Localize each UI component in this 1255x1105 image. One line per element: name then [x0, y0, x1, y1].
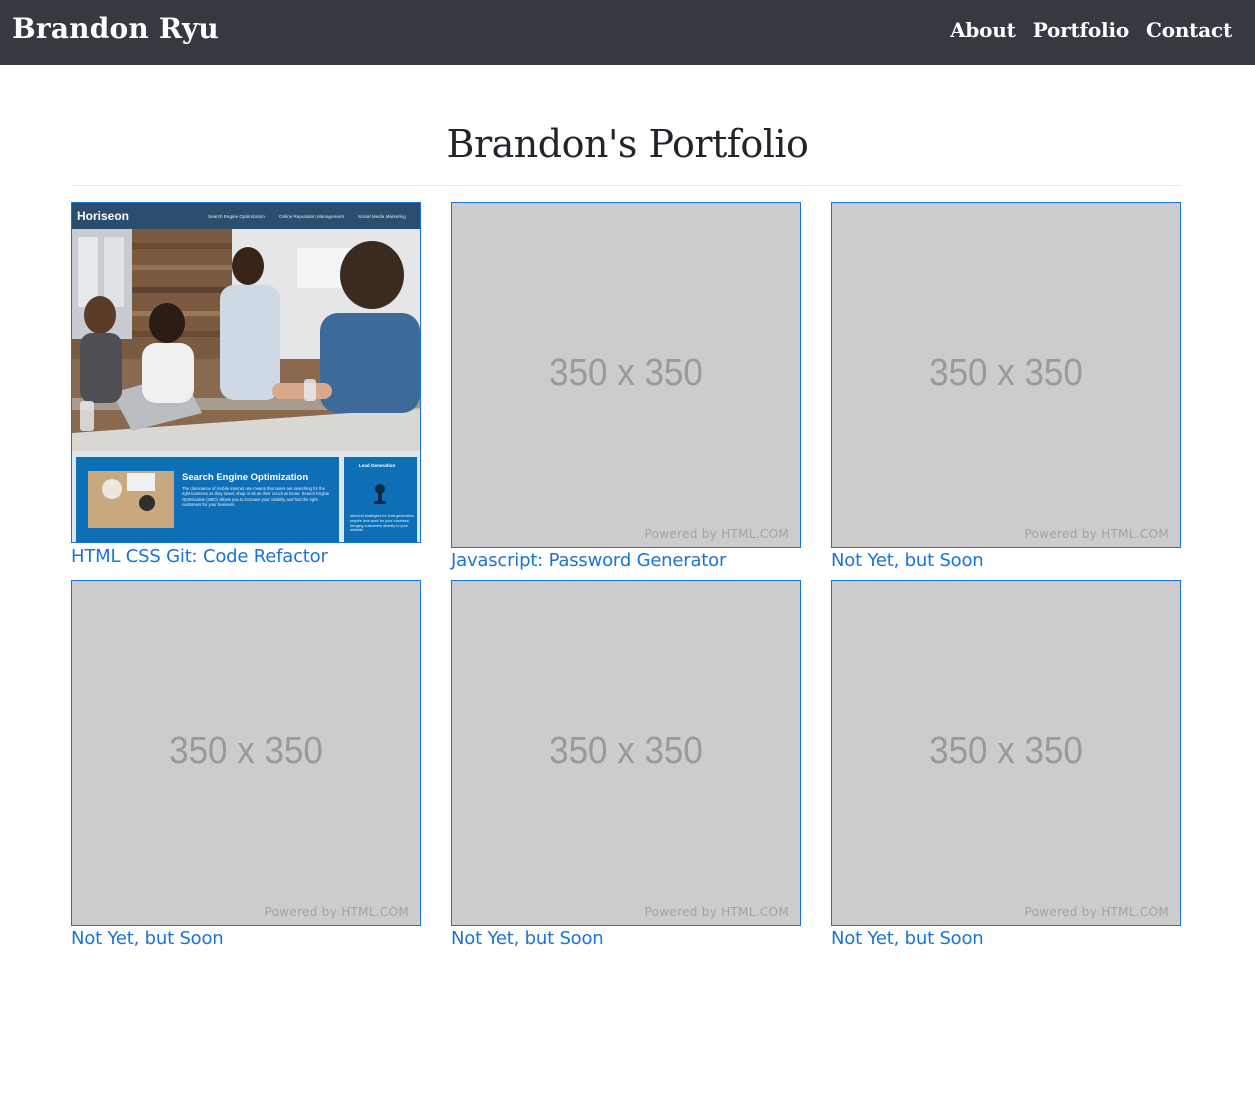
- project-thumbnail-password-generator[interactable]: 350 x 350 Powered by HTML.COM: [451, 202, 801, 548]
- portfolio-card-coming-soon-2: 350 x 350 Powered by HTML.COM Not Yet, b…: [71, 580, 421, 951]
- portfolio-card-coming-soon-4: 350 x 350 Powered by HTML.COM Not Yet, b…: [831, 580, 1181, 951]
- placeholder-size-text: 350 x 350: [549, 351, 703, 394]
- project-link-coming-soon-1[interactable]: Not Yet, but Soon: [831, 549, 1181, 573]
- screenshot-aside-title: Lead Generation: [359, 463, 395, 468]
- screenshot-nav-2: Online Reputation Management: [279, 214, 345, 219]
- placeholder-size-text: 350 x 350: [169, 729, 323, 772]
- navbar: Brandon Ryu About Portfolio Contact: [0, 0, 1255, 65]
- screenshot-section-title: Search Engine Optimization: [182, 472, 308, 483]
- placeholder-size-text: 350 x 350: [929, 351, 1083, 394]
- project-thumbnail-code-refactor[interactable]: Horiseon Search Engine Optimization Onli…: [71, 202, 421, 543]
- screenshot-section-text-container: The dominance of mobile internet use mea…: [182, 486, 330, 508]
- placeholder-powered-by: Powered by HTML.COM: [264, 905, 409, 919]
- project-link-coming-soon-2[interactable]: Not Yet, but Soon: [71, 927, 421, 951]
- nav-link-contact[interactable]: Contact: [1146, 16, 1232, 44]
- screenshot-section-text: The dominance of mobile internet use mea…: [182, 486, 330, 508]
- screenshot-aside-text-container: Inbound strategies for lead generation r…: [350, 514, 414, 533]
- brand-link[interactable]: Brandon Ryu: [12, 10, 219, 48]
- placeholder-size-text: 350 x 350: [929, 729, 1083, 772]
- project-screenshot-image: Horiseon Search Engine Optimization Onli…: [72, 203, 420, 542]
- project-thumbnail-coming-soon-1[interactable]: 350 x 350 Powered by HTML.COM: [831, 202, 1181, 548]
- portfolio-card-password-generator: 350 x 350 Powered by HTML.COM Javascript…: [451, 202, 801, 573]
- project-link-coming-soon-3[interactable]: Not Yet, but Soon: [451, 927, 801, 951]
- portfolio-card-coming-soon-3: 350 x 350 Powered by HTML.COM Not Yet, b…: [451, 580, 801, 951]
- placeholder-powered-by: Powered by HTML.COM: [644, 905, 789, 919]
- nav-links: About Portfolio Contact: [950, 16, 1232, 44]
- project-link-code-refactor[interactable]: HTML CSS Git: Code Refactor: [71, 545, 421, 569]
- placeholder-powered-by: Powered by HTML.COM: [644, 527, 789, 541]
- project-thumbnail-coming-soon-3[interactable]: 350 x 350 Powered by HTML.COM: [451, 580, 801, 926]
- nav-link-about[interactable]: About: [950, 16, 1016, 44]
- screenshot-nav-3: Social Media Marketing: [358, 214, 406, 219]
- portfolio-card-coming-soon-1: 350 x 350 Powered by HTML.COM Not Yet, b…: [831, 202, 1181, 573]
- screenshot-aside-text: Inbound strategies for lead generation r…: [350, 514, 414, 533]
- placeholder-powered-by: Powered by HTML.COM: [1024, 527, 1169, 541]
- screenshot-nav-1: Search Engine Optimization: [208, 214, 265, 219]
- project-link-password-generator[interactable]: Javascript: Password Generator: [451, 549, 801, 573]
- project-thumbnail-coming-soon-2[interactable]: 350 x 350 Powered by HTML.COM: [71, 580, 421, 926]
- placeholder-size-text: 350 x 350: [549, 729, 703, 772]
- project-link-coming-soon-4[interactable]: Not Yet, but Soon: [831, 927, 1181, 951]
- title-divider: [71, 185, 1181, 186]
- portfolio-card-code-refactor: Horiseon Search Engine Optimization Onli…: [71, 202, 421, 569]
- project-thumbnail-coming-soon-4[interactable]: 350 x 350 Powered by HTML.COM: [831, 580, 1181, 926]
- screenshot-logo: Horiseon: [77, 209, 129, 223]
- placeholder-powered-by: Powered by HTML.COM: [1024, 905, 1169, 919]
- nav-link-portfolio[interactable]: Portfolio: [1033, 16, 1129, 44]
- hero-photo: [72, 229, 420, 451]
- page-title: Brandon's Portfolio: [446, 122, 809, 166]
